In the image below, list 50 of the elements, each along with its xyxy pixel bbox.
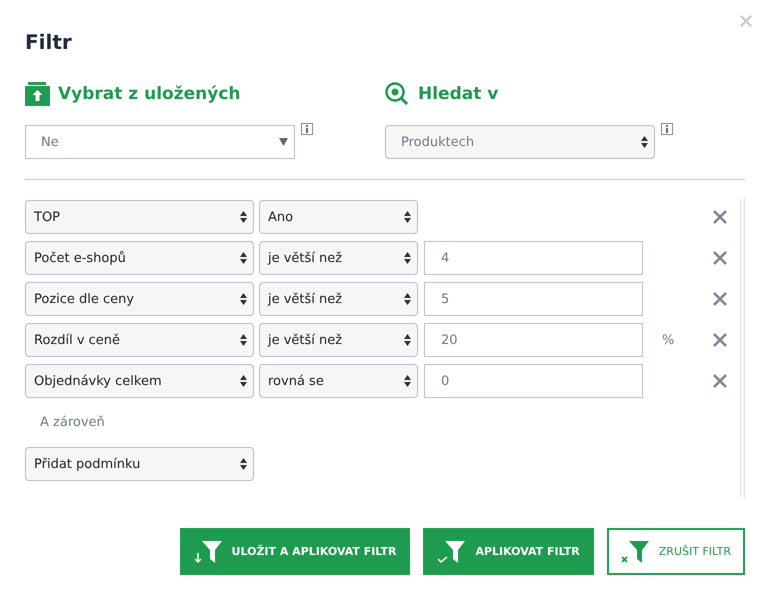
info-icon[interactable] bbox=[301, 123, 313, 135]
select-arrows-icon bbox=[404, 211, 411, 223]
select-arrows-icon bbox=[240, 252, 247, 264]
add-condition-select[interactable]: Přidat podmínku bbox=[25, 447, 254, 481]
section-heading: Hledat v bbox=[418, 84, 498, 104]
remove-button[interactable] bbox=[712, 332, 728, 348]
dialog-title: Filtr bbox=[25, 29, 73, 54]
select-arrows-icon bbox=[404, 334, 411, 346]
field-select[interactable]: Objednávky celkem bbox=[25, 364, 254, 398]
filter-icon bbox=[620, 538, 651, 564]
folder-upload-icon bbox=[25, 82, 50, 106]
select-arrows-icon bbox=[240, 375, 247, 387]
field-select[interactable]: TOP bbox=[25, 200, 254, 234]
operator-select[interactable]: je větší než bbox=[259, 282, 418, 316]
select-arrows-icon bbox=[404, 293, 411, 305]
operator-select[interactable]: je větší než bbox=[259, 323, 418, 357]
operator-select[interactable]: Ano bbox=[259, 200, 418, 234]
value-input[interactable]: 0 bbox=[424, 364, 643, 398]
value-input[interactable]: 4 bbox=[424, 241, 643, 275]
dropdown-arrow-icon bbox=[279, 138, 288, 146]
action-button[interactable]: ULOŽIT A APLIKOVAT FILTR bbox=[180, 528, 410, 575]
field-select[interactable]: Rozdíl v ceně bbox=[25, 323, 254, 357]
remove-button[interactable] bbox=[712, 250, 728, 266]
unit-label: % bbox=[661, 332, 676, 348]
select-arrows-icon bbox=[240, 293, 247, 305]
dropdown[interactable]: Ne bbox=[25, 125, 295, 159]
select-arrows-icon bbox=[240, 334, 247, 346]
select-arrows-icon bbox=[641, 136, 648, 148]
conjunction-label: A zároveň bbox=[40, 415, 106, 430]
filter-icon bbox=[437, 538, 468, 564]
scrollbar[interactable] bbox=[740, 198, 745, 498]
action-button[interactable]: ZRUŠIT FILTR bbox=[606, 528, 745, 575]
select-arrows-icon bbox=[240, 211, 247, 223]
operator-select[interactable]: rovná se bbox=[259, 364, 418, 398]
field-select[interactable]: Pozice dle ceny bbox=[25, 282, 254, 316]
value-input[interactable]: 5 bbox=[424, 282, 643, 316]
operator-select[interactable]: je větší než bbox=[259, 241, 418, 275]
action-button[interactable]: APLIKOVAT FILTR bbox=[423, 528, 594, 575]
select-arrows-icon bbox=[404, 252, 411, 264]
filter-icon bbox=[194, 538, 224, 564]
select-arrows-icon bbox=[404, 375, 411, 387]
select-arrows-icon bbox=[240, 458, 247, 470]
remove-button[interactable] bbox=[712, 209, 728, 225]
info-icon[interactable] bbox=[661, 123, 673, 135]
field-select[interactable]: Počet e-shopů bbox=[25, 241, 254, 275]
section-heading: Vybrat z uložených bbox=[58, 84, 241, 104]
eye-search-icon bbox=[385, 82, 410, 106]
value-input[interactable]: 20 bbox=[424, 323, 643, 357]
remove-button[interactable] bbox=[712, 291, 728, 307]
remove-button[interactable] bbox=[712, 373, 728, 389]
